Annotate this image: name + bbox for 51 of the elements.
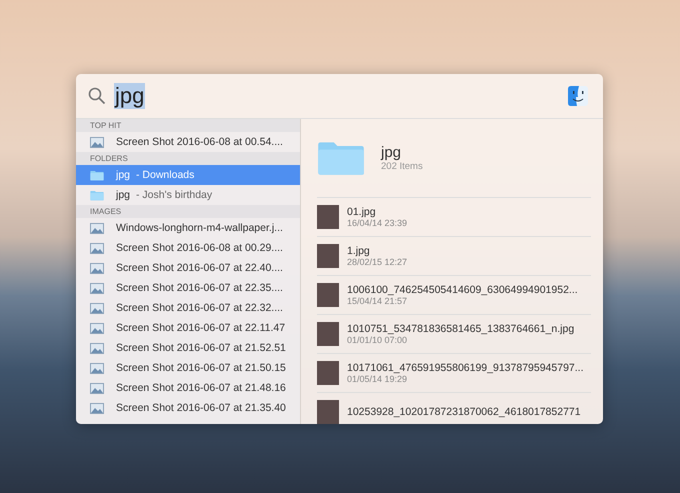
result-item[interactable]: Screen Shot 2016-06-08 at 00.54.... xyxy=(76,132,300,152)
image-file-icon xyxy=(90,262,104,274)
search-icon xyxy=(88,87,106,105)
file-name[interactable]: 01.jpg xyxy=(347,206,408,218)
image-file-icon xyxy=(90,362,104,374)
file-name[interactable]: 10253928_10201787231870062_4618017852771 xyxy=(347,406,581,418)
file-date: 16/04/14 23:39 xyxy=(347,218,408,228)
image-file-icon xyxy=(90,382,104,394)
result-item[interactable]: Screen Shot 2016-06-07 at 22.32.... xyxy=(76,298,300,318)
folder-icon xyxy=(90,170,104,180)
photo-placeholder xyxy=(317,400,339,424)
image-file-icon xyxy=(90,222,104,234)
photo-placeholder xyxy=(317,361,339,385)
preview-title: jpg xyxy=(381,144,402,161)
item-count: 202 Items xyxy=(381,161,423,172)
file-date: 01/05/14 19:29 xyxy=(347,374,408,384)
result-item[interactable]: Windows-longhorn-m4-wallpaper.j... xyxy=(76,218,300,238)
file-date: 15/04/14 21:57 xyxy=(347,296,408,306)
result-item[interactable]: Screen Shot 2016-06-07 at 22.11.47 xyxy=(76,318,300,338)
file-name[interactable]: 1.jpg xyxy=(347,245,408,257)
finder-face-icon[interactable] xyxy=(567,85,589,107)
image-file-icon xyxy=(90,322,104,334)
result-item[interactable]: jpg - Josh's birthday xyxy=(76,185,300,205)
file-date: 01/01/10 07:00 xyxy=(347,335,408,345)
image-file-icon xyxy=(90,302,104,314)
file-name[interactable]: 1010751_534781836581465_1383764661_n.jpg xyxy=(347,323,574,335)
image-file-icon xyxy=(90,282,104,294)
image-file-icon xyxy=(90,402,104,414)
folder-icon xyxy=(317,140,365,176)
result-item[interactable]: Screen Shot 2016-06-07 at 22.40.... xyxy=(76,258,300,278)
result-item[interactable]: Screen Shot 2016-06-07 at 21.50.15 xyxy=(76,358,300,378)
photo-placeholder xyxy=(317,283,339,307)
file-name[interactable]: 10171061_476591955806199_91378795945797... xyxy=(347,362,584,374)
photo-placeholder xyxy=(317,322,339,346)
result-item[interactable]: Screen Shot 2016-06-08 at 00.29.... xyxy=(76,238,300,258)
folder-icon xyxy=(90,190,104,200)
image-file-icon xyxy=(90,136,104,148)
result-item[interactable]: Screen Shot 2016-06-07 at 21.52.51 xyxy=(76,338,300,358)
image-file-icon xyxy=(90,242,104,254)
image-file-icon xyxy=(90,342,104,354)
section-header: FOLDERS xyxy=(76,152,300,165)
photo-placeholder xyxy=(317,244,339,268)
photo-placeholder xyxy=(317,205,339,229)
search-field[interactable]: jpg xyxy=(114,83,146,109)
result-item[interactable]: Screen Shot 2016-06-07 at 21.35.40 xyxy=(76,398,300,418)
section-header: TOP HIT xyxy=(76,119,300,132)
result-item[interactable]: Screen Shot 2016-06-07 at 21.48.16 xyxy=(76,378,300,398)
file-date: 28/02/15 12:27 xyxy=(347,257,408,267)
result-item[interactable]: Screen Shot 2016-06-07 at 22.35.... xyxy=(76,278,300,298)
section-header: IMAGES xyxy=(76,205,300,218)
file-name[interactable]: 1006100_746254505414609_63064994901952... xyxy=(347,284,578,296)
